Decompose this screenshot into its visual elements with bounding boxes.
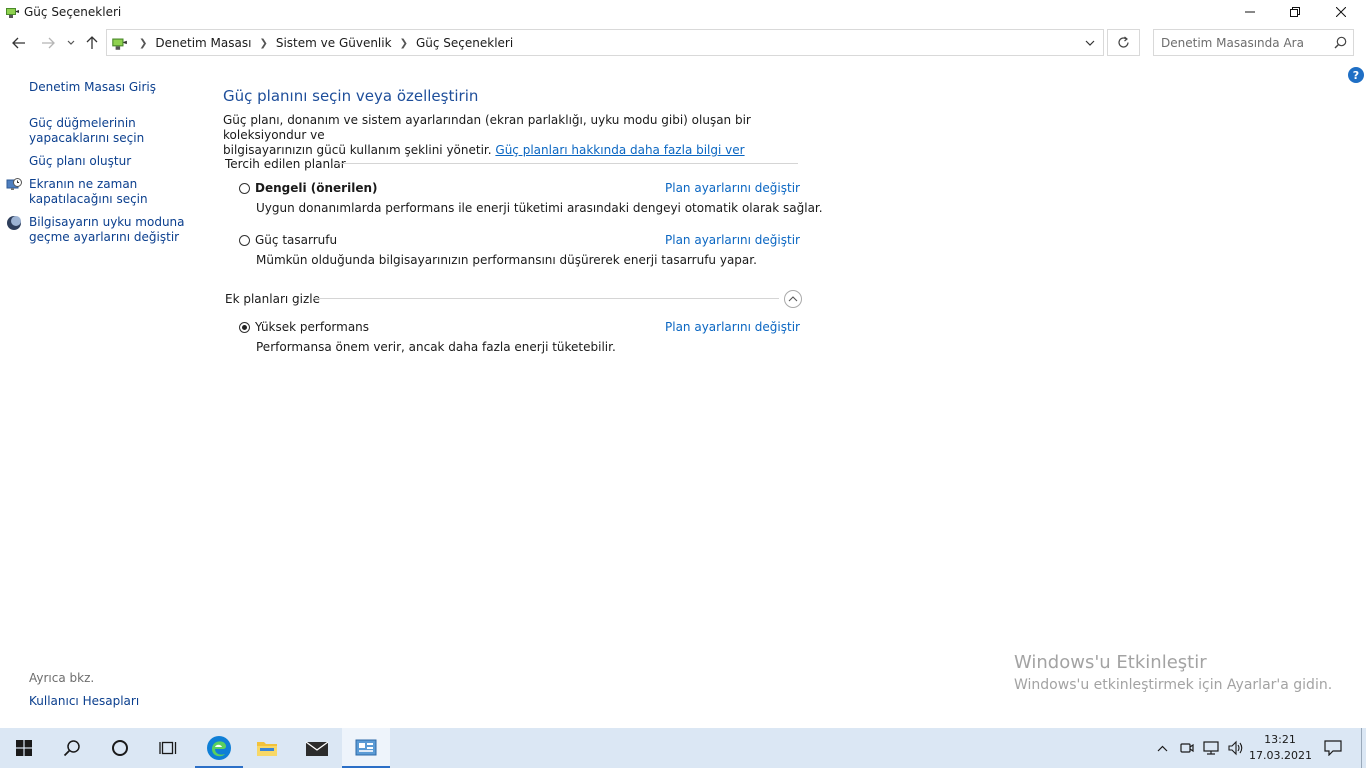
- plan-balanced-description: Uygun donanımlarda performans ile enerji…: [256, 201, 823, 215]
- breadcrumb-system-security[interactable]: Sistem ve Güvenlik: [276, 36, 392, 50]
- section-divider: [313, 298, 779, 299]
- see-also-label: Ayrıca bkz.: [29, 671, 95, 685]
- clock-time: 13:21: [1264, 733, 1296, 746]
- show-desktop-button[interactable]: [1361, 728, 1366, 768]
- activation-watermark-subtitle: Windows'u etkinleştirmek için Ayarlar'a …: [1014, 677, 1333, 693]
- plan-power-saver-name[interactable]: Güç tasarrufu: [255, 233, 337, 247]
- start-button[interactable]: [0, 728, 48, 768]
- breadcrumb-power-options[interactable]: Güç Seçenekleri: [416, 36, 513, 50]
- mail-button[interactable]: [293, 728, 341, 768]
- forward-button[interactable]: [37, 28, 59, 58]
- chevron-right-icon[interactable]: ❯: [259, 38, 267, 49]
- navigation-bar: ❯ Denetim Masası ❯ Sistem ve Güvenlik ❯ …: [0, 28, 1366, 58]
- control-panel-home-link[interactable]: Denetim Masası Giriş: [29, 80, 156, 95]
- sidebar-item-display-off[interactable]: Ekranın ne zaman kapatılacağını seçin: [29, 177, 148, 207]
- camera-icon: [1180, 743, 1194, 753]
- window-title: Güç Seçenekleri: [24, 5, 122, 19]
- chevron-right-icon[interactable]: ❯: [139, 38, 147, 49]
- back-button[interactable]: [8, 28, 30, 58]
- title-bar: Güç Seçenekleri: [0, 0, 1366, 24]
- page-title: Güç planını seçin veya özelleştirin: [223, 87, 479, 105]
- plan-power-saver-description: Mümkün olduğunda bilgisayarınızın perfor…: [256, 253, 757, 267]
- breadcrumb: ❯ Denetim Masası ❯ Sistem ve Güvenlik ❯ …: [131, 36, 513, 50]
- plan-power-saver-radio[interactable]: [239, 235, 250, 246]
- search-box[interactable]: [1153, 29, 1354, 56]
- mail-icon: [305, 741, 329, 756]
- restore-button[interactable]: [1272, 0, 1318, 24]
- clock[interactable]: 13:21 17.03.2021: [1249, 732, 1312, 764]
- more-info-link[interactable]: Güç planları hakkında daha fazla bilgi v…: [495, 143, 744, 157]
- search-icon[interactable]: [1334, 36, 1347, 52]
- recent-locations-button[interactable]: [64, 28, 78, 58]
- preferred-plans-header: Tercih edilen planlar: [225, 157, 346, 171]
- plan-high-performance-radio[interactable]: [239, 322, 250, 333]
- plan-high-performance-name[interactable]: Yüksek performans: [255, 320, 369, 334]
- cortana-button[interactable]: [96, 728, 144, 768]
- power-options-icon: [4, 4, 20, 20]
- chevron-up-icon: [1157, 745, 1167, 751]
- question-mark-icon: ?: [1352, 68, 1360, 82]
- search-input[interactable]: [1154, 30, 1331, 55]
- task-view-icon: [159, 741, 177, 755]
- hide-additional-plans-header[interactable]: Ek planları gizle: [225, 292, 320, 306]
- plan-high-performance-description: Performansa önem verir, ancak daha fazla…: [256, 340, 616, 354]
- chevron-right-icon[interactable]: ❯: [400, 38, 408, 49]
- edge-button[interactable]: [195, 728, 243, 768]
- windows-logo-icon: [16, 740, 32, 756]
- close-button[interactable]: [1318, 0, 1364, 24]
- control-panel-taskbar-button[interactable]: [342, 728, 390, 768]
- action-center-button[interactable]: [1318, 728, 1348, 768]
- edge-icon: [207, 736, 231, 760]
- notification-icon: [1324, 740, 1342, 756]
- sidebar-item-create-plan[interactable]: Güç planı oluştur: [29, 154, 131, 169]
- refresh-button[interactable]: [1107, 29, 1140, 56]
- plan-balanced-name[interactable]: Dengeli (önerilen): [255, 181, 378, 195]
- activation-watermark-title: Windows'u Etkinleştir: [1014, 652, 1207, 673]
- network-button[interactable]: [1200, 728, 1222, 768]
- file-explorer-button[interactable]: [243, 728, 291, 768]
- minimize-button[interactable]: [1227, 0, 1273, 24]
- address-dropdown-button[interactable]: [1077, 30, 1103, 55]
- plan-high-performance-settings-link[interactable]: Plan ayarlarını değiştir: [665, 320, 800, 334]
- plan-power-saver-settings-link[interactable]: Plan ayarlarını değiştir: [665, 233, 800, 247]
- taskbar: 13:21 17.03.2021: [0, 728, 1366, 768]
- network-icon: [1203, 741, 1219, 755]
- volume-button[interactable]: [1224, 728, 1246, 768]
- meet-now-button[interactable]: [1176, 728, 1198, 768]
- user-accounts-link[interactable]: Kullanıcı Hesapları: [29, 694, 139, 708]
- plan-balanced-radio[interactable]: [239, 183, 250, 194]
- power-options-icon: [110, 34, 128, 55]
- folder-icon: [257, 742, 277, 756]
- cortana-circle-icon: [112, 740, 128, 756]
- help-button[interactable]: ?: [1348, 67, 1364, 83]
- plan-balanced-settings-link[interactable]: Plan ayarlarını değiştir: [665, 181, 800, 195]
- address-bar[interactable]: ❯ Denetim Masası ❯ Sistem ve Güvenlik ❯ …: [106, 29, 1104, 56]
- chevron-up-icon: [788, 296, 798, 302]
- sidebar-item-power-buttons[interactable]: Güç düğmelerinin yapacaklarını seçin: [29, 116, 144, 146]
- up-button[interactable]: [82, 28, 102, 58]
- sidebar-item-sleep-settings[interactable]: Bilgisayarın uyku moduna geçme ayarların…: [29, 215, 185, 245]
- section-divider: [335, 163, 798, 164]
- monitor-clock-icon: [6, 177, 22, 193]
- page-description: Güç planı, donanım ve sistem ayarlarında…: [223, 113, 751, 157]
- breadcrumb-control-panel[interactable]: Denetim Masası: [155, 36, 251, 50]
- taskbar-search-button[interactable]: [48, 728, 96, 768]
- search-icon: [63, 740, 80, 757]
- moon-icon: [6, 215, 22, 231]
- control-panel-icon: [355, 739, 377, 756]
- clock-date: 17.03.2021: [1249, 749, 1312, 762]
- speaker-icon: [1227, 740, 1242, 756]
- collapse-button[interactable]: [784, 290, 802, 308]
- task-view-button[interactable]: [144, 728, 192, 768]
- show-hidden-icons-button[interactable]: [1152, 728, 1172, 768]
